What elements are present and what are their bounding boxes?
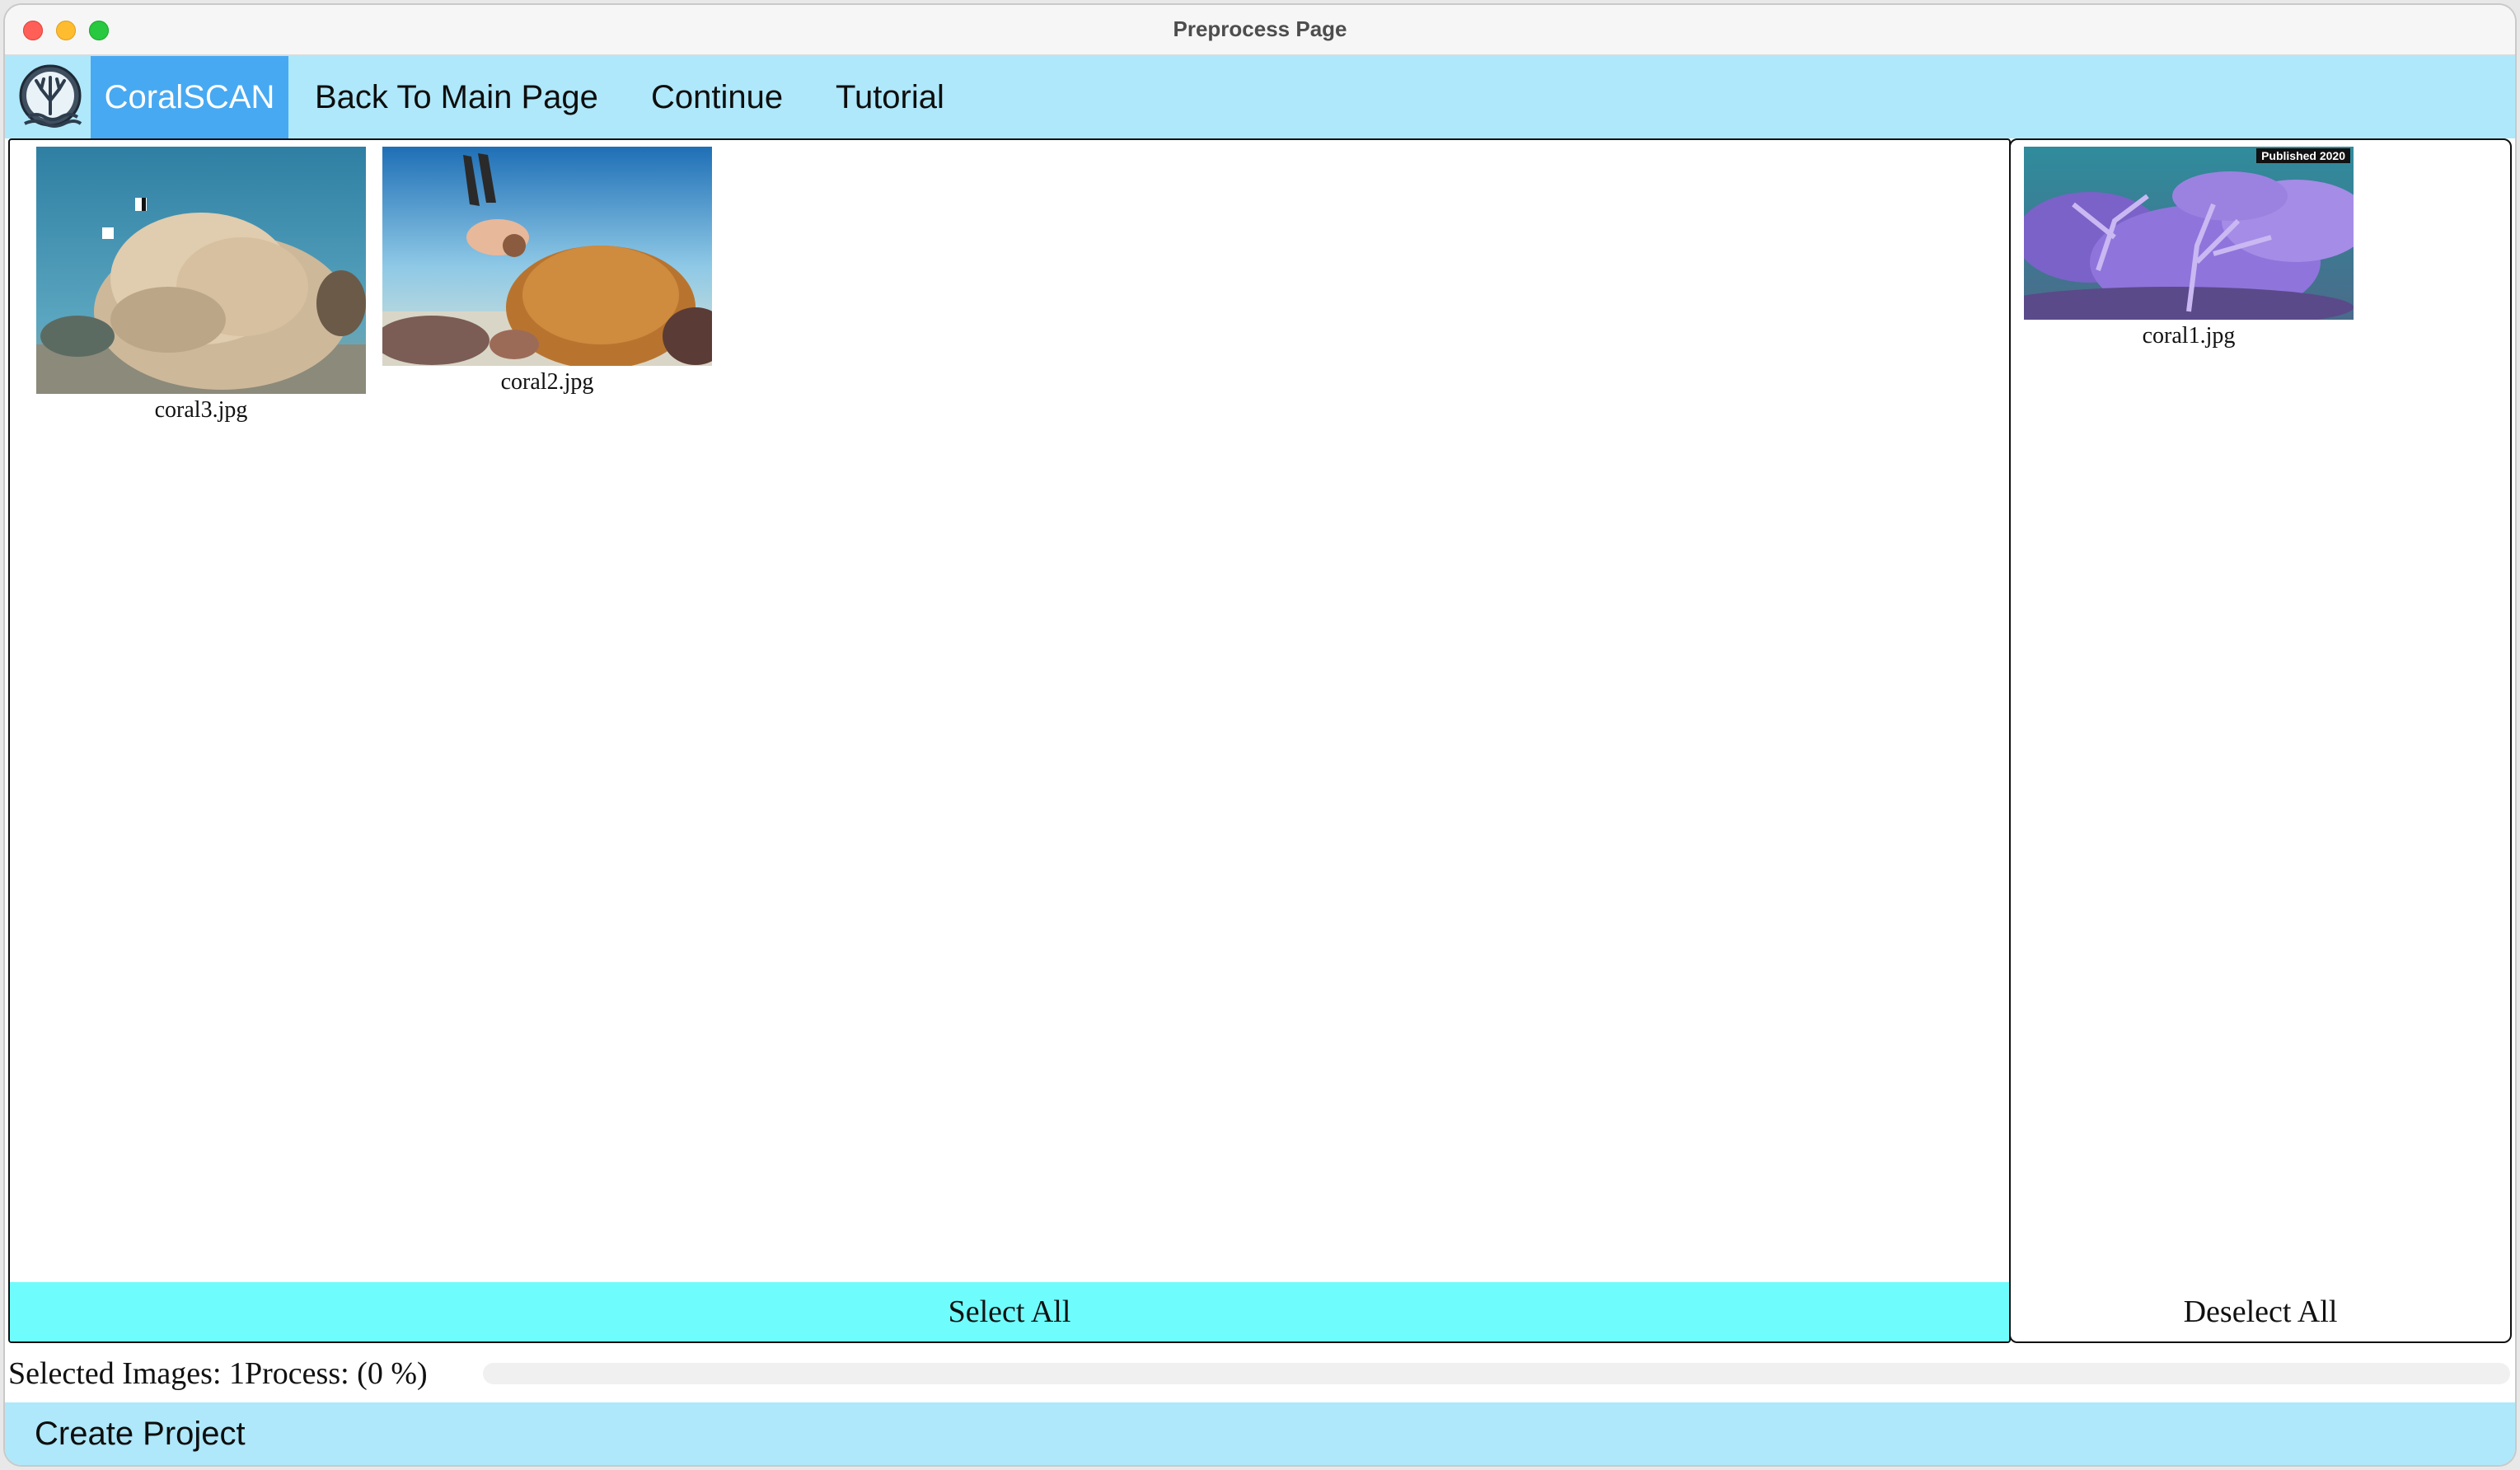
selected-images-panel: Published 2020 coral1.jpg Deselect All xyxy=(2009,138,2512,1343)
image-thumbnail[interactable]: coral3.jpg xyxy=(36,147,366,424)
continue-menu-item[interactable]: Continue xyxy=(651,56,783,138)
app-window: Preprocess Page CoralSCAN Back To Main P… xyxy=(5,5,2515,1465)
thumbnail-filename: coral3.jpg xyxy=(154,397,248,423)
select-all-button[interactable]: Select All xyxy=(10,1282,2009,1341)
process-progress-bar xyxy=(483,1363,2510,1384)
selection-status-text: Selected Images: 1Process: (0 %) xyxy=(8,1356,428,1391)
tutorial-menu-item[interactable]: Tutorial xyxy=(836,56,944,138)
thumbnail-filename: coral2.jpg xyxy=(500,369,594,395)
thumbnail-filename: coral1.jpg xyxy=(2142,323,2236,349)
title-bar: Preprocess Page xyxy=(5,5,2515,56)
brand-menu-item[interactable]: CoralSCAN xyxy=(91,56,288,138)
available-images-panel: coral3.jpg coral2.jpg Select All xyxy=(8,138,2011,1343)
back-to-main-page-menu-item[interactable]: Back To Main Page xyxy=(315,56,598,138)
bottom-bar: Create Project xyxy=(5,1402,2515,1465)
coral-photo-frame: Published 2020 xyxy=(2024,147,2354,320)
deselect-all-button[interactable]: Deselect All xyxy=(2011,1282,2510,1341)
menu-bar: CoralSCAN Back To Main Page Continue Tut… xyxy=(5,56,2515,138)
coral-photo-image xyxy=(382,147,712,366)
image-thumbnail[interactable]: Published 2020 coral1.jpg xyxy=(2024,147,2354,349)
window-title: Preprocess Page xyxy=(1173,16,1347,41)
coral-photo-image xyxy=(2024,147,2354,320)
published-badge: Published 2020 xyxy=(2256,148,2350,163)
image-thumbnail[interactable]: coral2.jpg xyxy=(382,147,712,396)
coralscan-logo-icon xyxy=(19,64,82,128)
coral-photo-image xyxy=(36,147,366,394)
create-project-button[interactable]: Create Project xyxy=(35,1402,246,1465)
